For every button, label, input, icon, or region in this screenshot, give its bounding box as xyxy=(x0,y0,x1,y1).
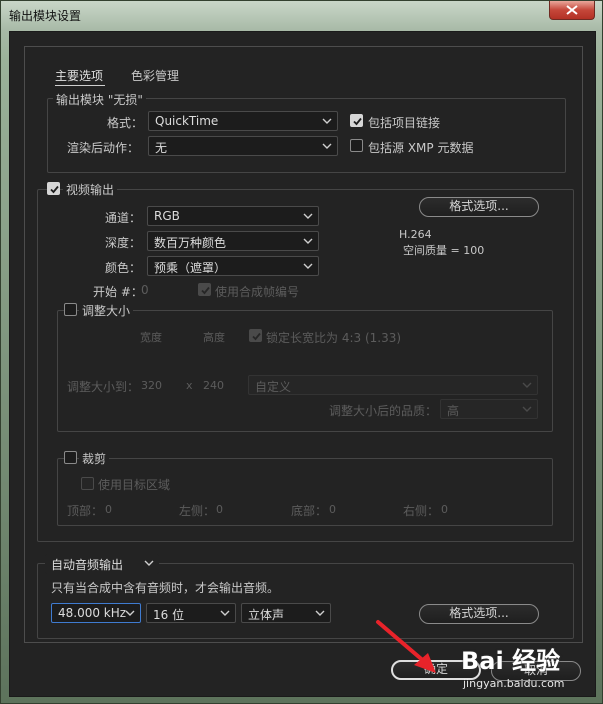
color-value: 预乘（遮罩） xyxy=(154,261,227,275)
resize-checkbox[interactable] xyxy=(64,303,77,316)
spatial-quality-text: 空间质量 = 100 xyxy=(403,244,485,257)
resize-legend: 调整大小 xyxy=(79,302,134,319)
output-module-legend: 输出模块 "无损" xyxy=(53,91,146,108)
channel-value: RGB xyxy=(154,209,180,223)
close-icon xyxy=(566,5,578,15)
use-roi-checkbox[interactable] xyxy=(81,477,94,490)
chevron-down-icon xyxy=(303,236,313,246)
audio-group xyxy=(37,563,574,639)
resize-preset-value: 自定义 xyxy=(255,380,292,394)
ok-button[interactable]: 确定 xyxy=(391,660,481,680)
crop-top-label: 顶部： xyxy=(67,504,104,518)
audio-bit-depth-dropdown[interactable]: 16 位 xyxy=(146,603,236,623)
dialog-window: 输出模块设置 主要选项 色彩管理 输出模块 "无损" 格式： QuickTime… xyxy=(0,0,603,704)
color-dropdown[interactable]: 预乘（遮罩） xyxy=(147,256,319,276)
format-label: 格式： xyxy=(107,116,144,130)
audio-sample-rate-value: 48.000 kHz xyxy=(58,606,127,620)
resize-width-value[interactable]: 320 xyxy=(141,379,162,392)
resize-quality-label: 调整大小后的品质： xyxy=(329,404,438,418)
audio-sample-rate-dropdown[interactable]: 48.000 kHz xyxy=(51,603,141,623)
post-render-value: 无 xyxy=(155,141,168,155)
color-label: 颜色： xyxy=(105,261,142,275)
use-roi-label: 使用目标区域 xyxy=(98,478,171,492)
chevron-down-icon xyxy=(522,380,532,390)
crop-left-value[interactable]: 0 xyxy=(216,503,223,516)
chevron-down-icon xyxy=(322,116,332,126)
chevron-down-icon xyxy=(303,261,313,271)
depth-dropdown[interactable]: 数百万种颜色 xyxy=(147,231,319,251)
include-xmp-checkbox[interactable] xyxy=(350,139,363,152)
resize-x-separator: x xyxy=(186,379,193,392)
lock-aspect-label: 锁定长宽比为 4:3 (1.33) xyxy=(266,331,402,345)
include-xmp-label: 包括源 XMP 元数据 xyxy=(368,141,474,155)
window-title: 输出模块设置 xyxy=(9,9,82,23)
audio-mode-value: 自动音频输出 xyxy=(51,558,124,572)
depth-label: 深度： xyxy=(105,236,142,250)
resize-quality-dropdown[interactable]: 高 xyxy=(440,399,538,419)
audio-mode-dropdown[interactable]: 自动音频输出 xyxy=(45,554,159,574)
chevron-down-icon xyxy=(522,404,532,414)
chevron-down-icon xyxy=(220,608,230,618)
start-frame-value[interactable]: 0 xyxy=(141,283,149,297)
dialog-client-area: 主要选项 色彩管理 输出模块 "无损" 格式： QuickTime 渲染后动作：… xyxy=(9,31,596,697)
tab-color-management[interactable]: 色彩管理 xyxy=(131,67,179,84)
audio-format-options-button[interactable]: 格式选项... xyxy=(419,604,539,624)
crop-right-value[interactable]: 0 xyxy=(441,503,448,516)
title-bar[interactable]: 输出模块设置 xyxy=(1,1,602,29)
crop-left-label: 左侧： xyxy=(179,504,216,518)
main-panel: 主要选项 色彩管理 输出模块 "无损" 格式： QuickTime 渲染后动作：… xyxy=(24,46,583,643)
depth-value: 数百万种颜色 xyxy=(154,236,227,250)
chevron-down-icon xyxy=(144,558,154,568)
use-comp-frame-label: 使用合成帧编号 xyxy=(215,285,300,299)
video-output-checkbox[interactable] xyxy=(47,182,60,195)
resize-quality-value: 高 xyxy=(447,404,460,418)
include-project-link-checkbox[interactable] xyxy=(350,114,363,127)
use-comp-frame-checkbox[interactable] xyxy=(198,283,211,296)
height-header: 高度 xyxy=(203,331,225,344)
start-frame-label: 开始 #： xyxy=(93,285,143,299)
crop-bottom-label: 底部： xyxy=(291,504,328,518)
width-header: 宽度 xyxy=(140,331,162,344)
post-render-label: 渲染后动作： xyxy=(67,141,140,155)
resize-preset-dropdown[interactable]: 自定义 xyxy=(248,375,538,395)
tab-main-options[interactable]: 主要选项 xyxy=(55,67,103,84)
audio-channels-dropdown[interactable]: 立体声 xyxy=(241,603,331,623)
close-button[interactable] xyxy=(549,1,595,20)
resize-height-value[interactable]: 240 xyxy=(203,379,224,392)
include-project-link-label: 包括项目链接 xyxy=(368,116,441,130)
crop-top-value[interactable]: 0 xyxy=(105,503,112,516)
format-value: QuickTime xyxy=(155,114,219,128)
video-format-options-button[interactable]: 格式选项... xyxy=(419,197,539,217)
active-tab-indicator xyxy=(55,85,105,86)
crop-bottom-value[interactable]: 0 xyxy=(329,503,336,516)
chevron-down-icon xyxy=(303,211,313,221)
post-render-dropdown[interactable]: 无 xyxy=(148,136,338,156)
audio-bit-depth-value: 16 位 xyxy=(153,608,185,622)
audio-note: 只有当合成中含有音频时，才会输出音频。 xyxy=(51,581,280,595)
lock-aspect-checkbox[interactable] xyxy=(249,329,262,342)
chevron-down-icon xyxy=(125,608,135,618)
crop-checkbox[interactable] xyxy=(64,451,77,464)
chevron-down-icon xyxy=(315,608,325,618)
chevron-down-icon xyxy=(322,141,332,151)
crop-legend: 裁剪 xyxy=(79,450,110,467)
channel-dropdown[interactable]: RGB xyxy=(147,206,319,226)
channel-label: 通道： xyxy=(105,211,142,225)
video-output-legend: 视频输出 xyxy=(63,181,118,198)
cancel-button[interactable]: 取消 xyxy=(491,661,581,681)
codec-text: H.264 xyxy=(399,228,432,241)
audio-channels-value: 立体声 xyxy=(248,608,285,622)
resize-to-label: 调整大小到： xyxy=(67,380,140,394)
crop-right-label: 右侧： xyxy=(403,504,440,518)
format-dropdown[interactable]: QuickTime xyxy=(148,111,338,131)
